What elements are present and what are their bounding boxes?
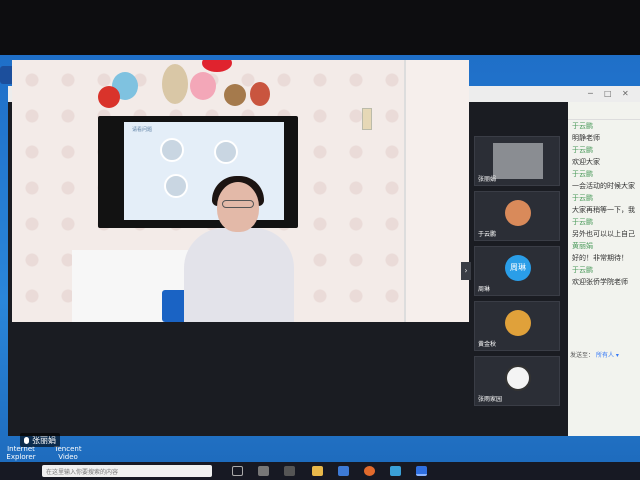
chat-text: 欢迎大家 bbox=[572, 158, 600, 166]
mic-icon bbox=[24, 437, 29, 444]
chat-sender: 于云鹏 bbox=[572, 122, 593, 130]
send-to-label: 发送至： bbox=[570, 352, 595, 359]
participant-tile[interactable]: 张丽娟 bbox=[474, 136, 560, 186]
speaker-name-tag: 张丽娟 bbox=[20, 433, 60, 447]
chat-text: 大家再稍等一下，我 bbox=[572, 206, 635, 214]
participant-name: 于云鹏 bbox=[478, 231, 497, 238]
photo-bubble bbox=[214, 140, 238, 164]
speaker-glasses bbox=[222, 200, 254, 208]
send-to-row: 发送至： 所有人 ▾ bbox=[570, 350, 619, 359]
send-to-select[interactable]: 所有人 ▾ bbox=[596, 352, 619, 359]
chat-message: 于云鹏 欢迎大家 bbox=[568, 144, 640, 168]
tv-caption: 请看问题 bbox=[132, 127, 153, 133]
maximize-icon[interactable]: □ bbox=[604, 89, 612, 98]
chat-text: 明静老师 bbox=[572, 134, 600, 142]
participant-avatar bbox=[505, 310, 531, 336]
taskbar-app-icon[interactable] bbox=[390, 466, 401, 476]
speaker-body bbox=[184, 228, 294, 322]
browser-icon[interactable] bbox=[364, 466, 375, 476]
collapse-panel-button[interactable]: › bbox=[461, 262, 471, 280]
participant-tile[interactable]: 张雨家园 bbox=[474, 356, 560, 406]
participant-name: 张丽娟 bbox=[478, 176, 497, 183]
taskbar-search-input[interactable]: 在这里输入你要搜索的内容 bbox=[42, 465, 212, 477]
participant-camera bbox=[493, 143, 543, 179]
participant-name: 周琳 bbox=[478, 286, 491, 293]
toy-decoration bbox=[224, 84, 246, 106]
main-video[interactable]: 请看问题 bbox=[12, 60, 469, 322]
photo-bubble bbox=[164, 174, 188, 198]
chat-text: 好的！非常期待！ bbox=[572, 254, 628, 262]
task-view-icon[interactable] bbox=[232, 466, 243, 476]
toy-decoration bbox=[190, 72, 216, 100]
chat-message: 于云鹏 一会活动的时候大家 bbox=[568, 168, 640, 192]
chat-panel: 于云鹏 明静老师 于云鹏 欢迎大家 于云鹏 一会活动的时候大家 于云鹏 大家再稍… bbox=[568, 102, 640, 436]
chat-message: 于云鹏 大家再稍等一下，我 bbox=[568, 192, 640, 216]
chat-sender: 于云鹏 bbox=[572, 146, 593, 154]
participant-tile[interactable]: 于云鹏 bbox=[474, 191, 560, 241]
chat-sender: 于云鹏 bbox=[572, 170, 593, 178]
file-explorer-icon[interactable] bbox=[312, 466, 323, 476]
chat-text: 另外也可以以上自己 bbox=[572, 230, 635, 238]
chat-text: 一会活动的时候大家 bbox=[572, 182, 635, 190]
close-icon[interactable]: ✕ bbox=[622, 89, 629, 98]
chat-sender: 于云鹏 bbox=[572, 194, 593, 202]
chat-text: 欢迎张侨学院老师 bbox=[572, 278, 628, 286]
taskbar-app-icon[interactable] bbox=[284, 466, 295, 476]
minimize-icon[interactable]: ─ bbox=[588, 89, 593, 98]
participant-name: 黄金秋 bbox=[478, 341, 497, 348]
door bbox=[404, 60, 469, 322]
participant-tile[interactable]: 周琳 周琳 bbox=[474, 246, 560, 296]
photo-bubble bbox=[160, 138, 184, 162]
toy-decoration bbox=[98, 86, 120, 108]
taskbar-app-icon[interactable] bbox=[258, 466, 269, 476]
toy-decoration bbox=[162, 64, 188, 104]
participant-avatar bbox=[505, 365, 531, 391]
store-icon[interactable] bbox=[338, 466, 349, 476]
intercom bbox=[362, 108, 372, 130]
desktop-icon-label[interactable]: Internet Explorer bbox=[4, 445, 38, 461]
chat-sender: 于云鹏 bbox=[572, 218, 593, 226]
desktop-icon-label[interactable]: Tencent Video bbox=[48, 445, 88, 461]
participant-avatar bbox=[505, 200, 531, 226]
chat-message: 黄丽娟 好的！非常期待！ bbox=[568, 240, 640, 264]
tencent-meeting-icon[interactable] bbox=[416, 466, 427, 476]
participant-avatar: 周琳 bbox=[505, 255, 531, 281]
chat-message: 于云鹏 明静老师 bbox=[568, 120, 640, 144]
taskbar: 在这里输入你要搜索的内容 bbox=[0, 462, 640, 480]
participant-name: 张雨家园 bbox=[478, 396, 503, 403]
chat-message: 于云鹏 另外也可以以上自己 bbox=[568, 216, 640, 240]
chat-header bbox=[568, 102, 640, 120]
chat-sender: 黄丽娟 bbox=[572, 242, 593, 250]
television: 请看问题 bbox=[98, 116, 298, 228]
participant-tile[interactable]: 黄金秋 bbox=[474, 301, 560, 351]
toy-decoration bbox=[250, 82, 270, 106]
chat-message: 于云鹏 欢迎张侨学院老师 bbox=[568, 264, 640, 288]
chat-sender: 于云鹏 bbox=[572, 266, 593, 274]
speaker-name: 张丽娟 bbox=[32, 436, 56, 445]
